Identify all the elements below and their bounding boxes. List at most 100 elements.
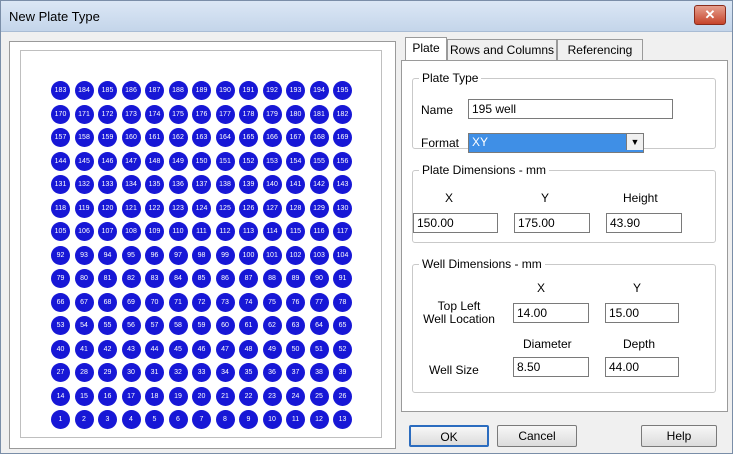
well: 111 [192,222,211,241]
plate-x-input[interactable] [413,213,498,233]
well: 175 [168,104,188,124]
well: 134 [121,175,141,194]
well: 152 [239,151,258,171]
well: 64 [309,316,329,335]
well: 195 [333,81,352,100]
top-left-well-location-label: Top Left Well Location [423,299,495,326]
well: 172 [98,104,117,124]
well: 163 [192,128,211,147]
well: 161 [145,128,164,147]
well-x-input[interactable] [513,303,589,323]
well: 122 [145,198,164,218]
well-x-label: X [537,281,546,295]
tab-plate[interactable]: Plate [405,37,447,60]
well: 7 [192,410,211,429]
plate-y-input[interactable] [514,213,590,233]
well: 117 [333,222,352,241]
well: 140 [262,175,282,194]
well: 73 [215,292,235,312]
well-y-input[interactable] [605,303,679,323]
help-button[interactable]: Help [641,425,717,447]
well: 51 [309,339,329,359]
well: 61 [239,316,258,335]
well: 158 [74,128,94,147]
well: 11 [286,410,305,429]
well: 119 [74,198,94,218]
well: 109 [145,222,164,241]
well: 114 [262,222,282,241]
diameter-label: Diameter [523,337,572,351]
well: 62 [262,316,282,335]
well: 183 [51,81,70,100]
well: 137 [192,175,211,194]
well: 166 [262,128,282,147]
name-input[interactable] [468,99,673,119]
well: 124 [192,198,211,218]
well: 53 [51,316,70,335]
well: 155 [309,151,329,171]
title-bar: New Plate Type ✕ [1,1,732,32]
well: 18 [145,386,164,406]
cancel-button[interactable]: Cancel [497,425,577,447]
plate-tab-page: Plate Type Name Format XY ▼ Plate Dimens… [401,60,728,412]
well: 92 [51,245,70,265]
well: 126 [239,198,258,218]
well: 9 [239,410,258,429]
well: 116 [309,222,329,241]
well: 103 [309,245,329,265]
well: 45 [168,339,188,359]
chevron-down-icon[interactable]: ▼ [626,134,643,150]
plate-height-input[interactable] [606,213,682,233]
well: 81 [98,269,117,288]
well: 130 [333,198,352,218]
well: 105 [51,222,70,241]
well: 32 [168,363,188,382]
depth-label: Depth [623,337,656,351]
well: 120 [98,198,117,218]
well: 28 [74,363,94,382]
well: 148 [145,151,164,171]
diameter-input[interactable] [513,357,589,377]
name-label: Name [421,103,454,117]
well: 38 [309,363,329,382]
ok-button[interactable]: OK [409,425,489,447]
well: 88 [262,269,282,288]
window-title: New Plate Type [9,9,100,24]
well: 143 [333,175,352,194]
well: 66 [51,292,70,312]
well: 85 [192,269,211,288]
plate-y-label: Y [541,191,550,205]
well: 142 [309,175,329,194]
well: 33 [192,363,211,382]
well: 107 [98,222,117,241]
well: 57 [145,316,164,335]
well: 159 [98,128,117,147]
well: 141 [286,175,305,194]
plate-preview: 183 184 185 186 187 188 189 190 191 192 193 194 195 1… [20,50,382,438]
close-button[interactable]: ✕ [694,5,726,25]
tab-referencing[interactable]: Referencing [557,39,643,60]
well: 59 [192,316,211,335]
well: 150 [192,151,211,171]
well: 149 [168,151,188,171]
well: 58 [168,316,188,335]
well: 145 [74,151,94,171]
format-select[interactable]: XY ▼ [468,133,644,153]
well: 75 [262,292,282,312]
well: 52 [333,339,352,359]
well: 190 [215,81,235,100]
well: 187 [145,81,164,100]
well: 136 [168,175,188,194]
well: 96 [145,245,164,265]
well: 151 [215,151,235,171]
well: 20 [192,386,211,406]
format-label: Format [421,136,460,150]
well: 1 [51,410,70,429]
well: 156 [333,151,352,171]
tab-rows-and-columns[interactable]: Rows and Columns [447,39,557,60]
depth-input[interactable] [605,357,679,377]
well: 185 [98,81,117,100]
well: 16 [98,386,117,406]
well: 19 [168,386,188,406]
well: 180 [286,104,305,124]
